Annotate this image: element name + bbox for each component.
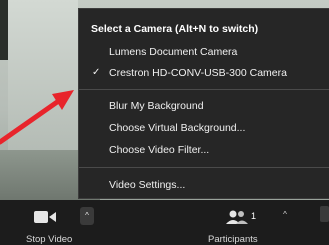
checkmark-icon: ✓ (92, 67, 101, 78)
camera-menu-header: Select a Camera (Alt+N to switch) (91, 23, 259, 35)
participants-icon (226, 210, 248, 224)
participants-button[interactable]: 1 Participants (205, 204, 275, 245)
participants-label: Participants (208, 234, 258, 245)
video-options-caret-button[interactable]: ^ (80, 207, 94, 225)
camera-option-crestron[interactable]: Crestron HD-CONV-USB-300 Camera (109, 67, 287, 79)
caret-up-icon: ^ (283, 210, 287, 219)
next-toolbar-button-partial[interactable] (320, 206, 329, 222)
caret-up-icon: ^ (85, 211, 89, 220)
background-dark-edge (0, 0, 8, 60)
stop-video-label: Stop Video (26, 234, 73, 245)
camera-option-lumens[interactable]: Lumens Document Camera (109, 46, 237, 58)
participants-count: 1 (251, 211, 257, 221)
video-camera-icon (34, 211, 56, 223)
meeting-toolbar: Stop Video ^ 1 Participants ^ (0, 200, 329, 245)
blur-background-option[interactable]: Blur My Background (109, 100, 204, 112)
participants-caret-button[interactable]: ^ (278, 210, 292, 224)
stop-video-button[interactable]: Stop Video (18, 204, 72, 245)
virtual-background-option[interactable]: Choose Virtual Background... (109, 122, 245, 134)
video-filter-option[interactable]: Choose Video Filter... (109, 144, 209, 156)
camera-menu: Select a Camera (Alt+N to switch) Lumens… (78, 8, 329, 199)
video-settings-option[interactable]: Video Settings... (109, 179, 185, 191)
menu-divider (79, 89, 329, 90)
menu-divider (79, 167, 329, 168)
